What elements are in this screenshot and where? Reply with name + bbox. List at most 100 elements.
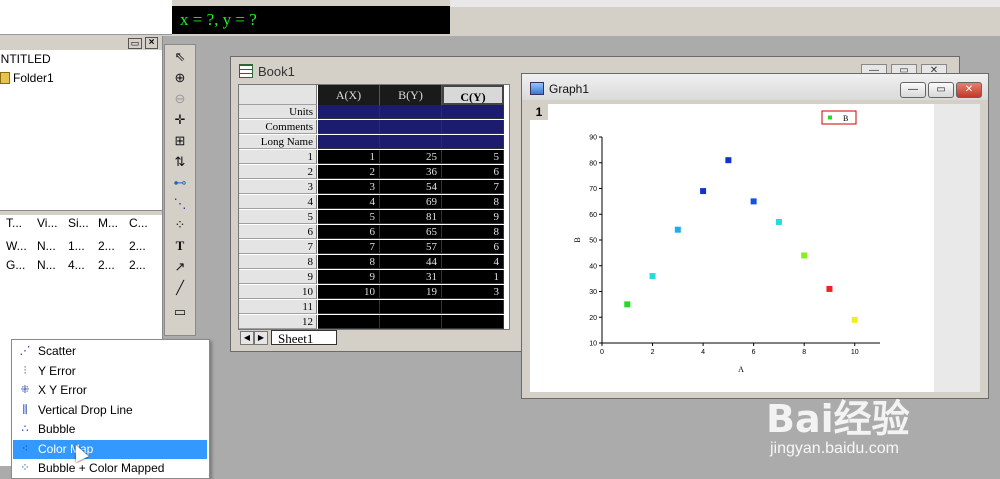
label-cell[interactable] [318, 135, 380, 149]
maximize-button[interactable]: ▭ [928, 82, 954, 98]
data-point[interactable] [624, 301, 631, 308]
label-cell[interactable] [380, 135, 442, 149]
layer-indicator[interactable]: 1 [530, 104, 548, 120]
column-header[interactable]: B(Y) [380, 85, 442, 105]
menu-item-x-y-error[interactable]: ⁜ X Y Error [13, 381, 207, 400]
row-header[interactable]: 4 [239, 195, 317, 209]
menu-item-scatter[interactable]: ⋰ Scatter [13, 342, 207, 361]
data-point[interactable] [851, 316, 858, 323]
text-tool-icon[interactable]: T [171, 238, 189, 254]
table-cell[interactable]: 25 [380, 150, 442, 164]
next-sheet-icon[interactable]: ▶ [254, 331, 268, 345]
menu-item-bubble-color-mapped[interactable]: ⁘ Bubble + Color Mapped [13, 459, 207, 478]
x-axis-label[interactable]: A [738, 365, 744, 374]
table-cell[interactable] [442, 315, 504, 329]
row-header[interactable]: 9 [239, 270, 317, 284]
data-point[interactable] [674, 226, 681, 233]
close-icon[interactable]: × [145, 37, 158, 49]
column-header-view[interactable]: Vi... [37, 216, 57, 230]
explorer-splitter[interactable] [0, 210, 162, 215]
arrow-tool-icon[interactable]: ↗ [171, 259, 189, 275]
data-point[interactable] [775, 218, 782, 225]
table-cell[interactable]: 6 [442, 165, 504, 179]
row-header[interactable]: 2 [239, 165, 317, 179]
minimize-button[interactable]: — [900, 82, 926, 98]
menu-item-vertical-drop-line[interactable]: ⫼ Vertical Drop Line [13, 401, 207, 420]
regional-data-selector-icon[interactable]: ⁘ [171, 217, 189, 233]
menu-item-color-map[interactable]: ⁖ Color Map [13, 439, 207, 459]
screen-reader-icon[interactable]: ✛ [171, 112, 189, 128]
legend-box[interactable] [821, 110, 857, 125]
label-row-header[interactable]: Comments [239, 120, 317, 134]
row-header[interactable]: 5 [239, 210, 317, 224]
table-cell[interactable]: 54 [380, 180, 442, 194]
row-header[interactable]: 3 [239, 180, 317, 194]
label-row-header[interactable]: Long Name [239, 135, 317, 149]
table-cell[interactable]: 3 [442, 285, 504, 299]
label-cell[interactable] [318, 120, 380, 134]
list-item-cell[interactable]: G... [6, 258, 25, 272]
table-cell[interactable]: 19 [380, 285, 442, 299]
row-header[interactable]: 11 [239, 300, 317, 314]
draw-data-icon[interactable]: ⋱ [171, 196, 189, 212]
table-cell[interactable]: 31 [380, 270, 442, 284]
graph-page[interactable]: 0 2 4 6 8 10 10 20 30 40 50 60 70 80 90 A B B [530, 104, 934, 392]
row-header[interactable]: 10 [239, 285, 317, 299]
table-cell[interactable]: 8 [442, 195, 504, 209]
data-selector-icon[interactable]: ⊞ [171, 133, 189, 149]
table-cell[interactable] [318, 315, 380, 329]
label-cell[interactable] [442, 105, 504, 119]
label-cell[interactable] [442, 135, 504, 149]
label-row-header[interactable]: Units [239, 105, 317, 119]
data-point[interactable] [700, 188, 707, 195]
data-reader-icon[interactable]: ⇅ [171, 154, 189, 170]
table-cell[interactable]: 7 [318, 240, 380, 254]
row-header[interactable]: 12 [239, 315, 317, 329]
pin-icon[interactable]: ▭ [128, 38, 142, 49]
column-header[interactable]: A(X) [318, 85, 380, 105]
menu-item-bubble[interactable]: ∴ Bubble [13, 420, 207, 439]
table-cell[interactable]: 2 [318, 165, 380, 179]
grid-corner[interactable] [239, 85, 317, 105]
close-button[interactable]: ✕ [956, 82, 982, 98]
table-cell[interactable]: 81 [380, 210, 442, 224]
line-tool-icon[interactable]: ╱ [171, 280, 189, 296]
mask-icon[interactable]: ⊷ [171, 175, 189, 191]
data-point[interactable] [750, 198, 757, 205]
sheet-tab[interactable]: Sheet1 [271, 330, 337, 346]
table-cell[interactable]: 4 [318, 195, 380, 209]
table-cell[interactable]: 8 [318, 255, 380, 269]
table-cell[interactable]: 6 [318, 225, 380, 239]
column-header-size[interactable]: Si... [68, 216, 89, 230]
table-cell[interactable]: 1 [442, 270, 504, 284]
row-header[interactable]: 6 [239, 225, 317, 239]
y-axis-label[interactable]: B [573, 237, 582, 242]
data-point[interactable] [725, 157, 732, 164]
table-cell[interactable]: 65 [380, 225, 442, 239]
zoom-out-icon[interactable]: ⊖ [171, 91, 189, 107]
tree-folder-item[interactable]: Folder1 [0, 71, 54, 85]
table-cell[interactable]: 9 [318, 270, 380, 284]
zoom-in-icon[interactable]: ⊕ [171, 70, 189, 86]
label-cell[interactable] [380, 120, 442, 134]
data-point[interactable] [801, 252, 808, 259]
table-cell[interactable] [442, 300, 504, 314]
table-cell[interactable]: 8 [442, 225, 504, 239]
table-cell[interactable] [380, 300, 442, 314]
pointer-icon[interactable]: ⇖ [171, 49, 189, 65]
row-header[interactable]: 1 [239, 150, 317, 164]
table-cell[interactable]: 7 [442, 180, 504, 194]
table-cell[interactable]: 69 [380, 195, 442, 209]
table-cell[interactable]: 1 [318, 150, 380, 164]
label-cell[interactable] [318, 105, 380, 119]
table-cell[interactable]: 5 [318, 210, 380, 224]
row-header[interactable]: 8 [239, 255, 317, 269]
table-cell[interactable]: 57 [380, 240, 442, 254]
rectangle-tool-icon[interactable]: ▭ [171, 304, 189, 320]
table-cell[interactable]: 36 [380, 165, 442, 179]
column-header[interactable]: C(Y) [442, 85, 504, 105]
table-cell[interactable]: 6 [442, 240, 504, 254]
menu-item-y-error[interactable]: ⫶ Y Error [13, 362, 207, 381]
table-cell[interactable]: 10 [318, 285, 380, 299]
graph1-window[interactable]: Graph1 — ▭ ✕ 0 2 4 6 8 10 10 20 30 40 50 60 70 80 90 A B… [521, 73, 989, 399]
